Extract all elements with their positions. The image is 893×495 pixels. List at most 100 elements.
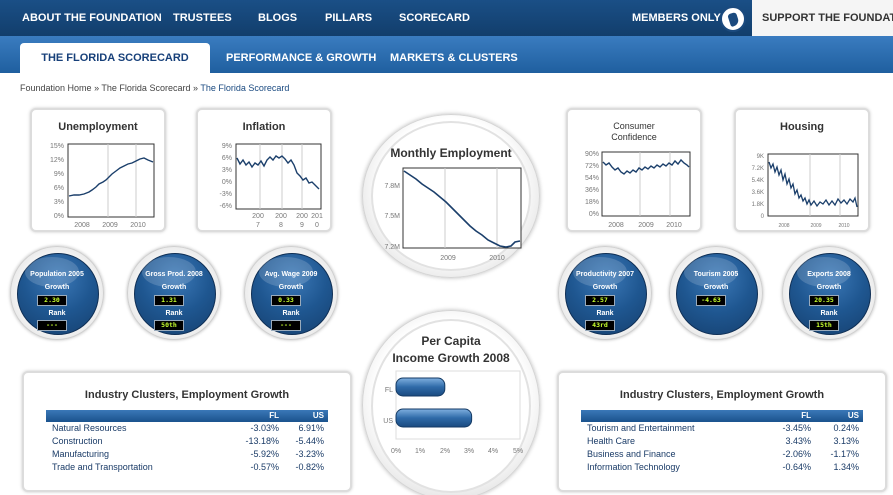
stat-growth-value: 2.30 <box>37 295 67 306</box>
table-row[interactable]: Tourism and Entertainment -3.45% 0.24% <box>581 420 863 434</box>
nav-pillars[interactable]: PILLARS <box>325 12 372 24</box>
infl-xtick-3b: 0 <box>315 222 319 229</box>
table-row[interactable]: Business and Finance -2.06% -1.17% <box>581 447 863 460</box>
per-capita-income-circle[interactable]: Per Capita Income Growth 2008 FL US 0% 1… <box>362 310 540 495</box>
table-row[interactable]: Construction -13.18% -5.44% <box>46 434 328 447</box>
stat-rank-value: 15th <box>809 320 839 331</box>
unemp-ytick-5: 0% <box>54 213 64 220</box>
housing-ytick-4: 1.8K <box>752 202 764 208</box>
stat-rank-value: --- <box>271 320 301 331</box>
stat-rank-value: 50th <box>154 320 184 331</box>
stat-population[interactable]: Population 2005 Growth 2.30 Rank --- <box>10 246 104 340</box>
infl-xtick-1b: 8 <box>279 222 283 229</box>
infl-ytick-5: -6% <box>220 203 232 210</box>
infl-ytick-0: 9% <box>222 143 232 150</box>
conf-xtick-1: 2009 <box>638 222 654 229</box>
stat-title: Exports 2008 <box>807 271 851 278</box>
table-row[interactable]: Trade and Transportation -0.57% -0.82% <box>46 460 328 473</box>
percapita-xtick-0: 0% <box>391 448 401 455</box>
clusters-right-title: Industry Clusters, Employment Growth <box>619 389 825 401</box>
infl-ytick-2: 3% <box>222 167 232 174</box>
percapita-xtick-2: 2% <box>440 448 450 455</box>
nav-scorecard[interactable]: SCORECARD <box>399 12 470 24</box>
conf-ytick-0: 90% <box>585 151 599 158</box>
stat-growth-value: 1.31 <box>154 295 184 306</box>
table-row[interactable]: Health Care 3.43% 3.13% <box>581 434 863 447</box>
top-navigation: ABOUT THE FOUNDATION TRUSTEES BLOGS PILL… <box>0 0 893 36</box>
housing-chart-card[interactable]: Housing 9K 7.2K 5.4K 3.6K 1.8K 0 2008 20… <box>734 108 870 232</box>
housing-ytick-2: 5.4K <box>752 178 764 184</box>
stat-gross-product[interactable]: Gross Prod. 2008 Growth 1.31 Rank 50th <box>127 246 221 340</box>
breadcrumb-home[interactable]: Foundation Home <box>20 83 92 93</box>
infl-xtick-2a: 200 <box>296 213 308 220</box>
stat-growth-value: 20.35 <box>809 295 839 306</box>
housing-ytick-5: 0 <box>761 214 765 220</box>
monthly-ytick-2: 7.2M <box>384 244 400 251</box>
nav-support[interactable]: SUPPORT THE FOUNDATION <box>752 0 893 36</box>
table-row[interactable]: Natural Resources -3.03% 6.91% <box>46 420 328 434</box>
infl-xtick-0a: 200 <box>252 213 264 220</box>
nav-members-only[interactable]: MEMBERS ONLY <box>632 12 721 24</box>
infl-xtick-0b: 7 <box>256 222 260 229</box>
stat-title: Productivity 2007 <box>576 271 634 278</box>
breadcrumb: Foundation Home » The Florida Scorecard … <box>20 83 290 93</box>
florida-logo-icon[interactable] <box>720 6 746 32</box>
monthly-ytick-1: 7.5M <box>384 213 400 220</box>
nav-trustees[interactable]: TRUSTEES <box>173 12 232 24</box>
table-row[interactable]: Information Technology -0.64% 1.34% <box>581 460 863 473</box>
stat-productivity[interactable]: Productivity 2007 Growth 2.57 Rank 43rd <box>558 246 652 340</box>
clusters-left-title: Industry Clusters, Employment Growth <box>84 389 290 401</box>
stat-avg-wage[interactable]: Avg. Wage 2009 Growth 0.33 Rank --- <box>244 246 338 340</box>
conf-xtick-0: 2008 <box>608 222 624 229</box>
stat-tourism[interactable]: Tourism 2005 Growth -4.63 <box>669 246 763 340</box>
tab-markets-clusters[interactable]: MARKETS & CLUSTERS <box>390 52 518 64</box>
unemp-ytick-4: 3% <box>54 199 64 206</box>
housing-ytick-1: 7.2K <box>752 166 764 172</box>
unemp-xtick-1: 2009 <box>102 222 118 229</box>
monthly-ytick-0: 7.8M <box>384 183 400 190</box>
housing-ytick-0: 9K <box>757 154 764 160</box>
clusters-right-table: FL US Tourism and Entertainment -3.45% 0… <box>581 410 863 473</box>
consumer-confidence-chart-card[interactable]: Consumer Confidence 90% 72% 54% 36% 18% … <box>566 108 702 232</box>
housing-chart: 9K 7.2K 5.4K 3.6K 1.8K 0 2008 2009 2010 <box>752 153 859 229</box>
col-fl: FL <box>767 410 815 421</box>
percapita-cat-fl: FL <box>385 387 393 394</box>
housing-xtick-2: 2010 <box>838 223 849 229</box>
inflation-chart-card[interactable]: Inflation 9% 6% 3% 0% -3% -6% 200 7 200 … <box>196 108 332 232</box>
clusters-left-table: FL US Natural Resources -3.03% 6.91% Con… <box>46 410 328 473</box>
consumer-confidence-chart: 90% 72% 54% 36% 18% 0% 2008 2009 2010 <box>585 151 691 229</box>
col-us: US <box>283 410 328 421</box>
unemp-xtick-0: 2008 <box>74 222 90 229</box>
conf-xtick-2: 2010 <box>666 222 682 229</box>
nav-blogs[interactable]: BLOGS <box>258 12 297 24</box>
conf-ytick-2: 54% <box>585 175 599 182</box>
infl-ytick-4: -3% <box>220 191 232 198</box>
tab-performance-growth[interactable]: PERFORMANCE & GROWTH <box>226 52 376 64</box>
per-capita-chart: FL US 0% 1% 2% 3% 4% 5% <box>383 370 523 455</box>
percapita-cat-us: US <box>383 418 393 425</box>
unemp-ytick-0: 15% <box>50 143 64 150</box>
monthly-employment-circle[interactable]: Monthly Employment 7.8M 7.5M 7.2M 2009 2… <box>362 114 540 278</box>
unemployment-chart-card[interactable]: Unemployment 15% 12% 9% 6% 3% 0% 2008 20… <box>30 108 166 232</box>
industry-clusters-left-card: Industry Clusters, Employment Growth FL … <box>22 371 352 492</box>
unemp-ytick-3: 6% <box>54 185 64 192</box>
housing-ytick-3: 3.6K <box>752 190 764 196</box>
col-fl: FL <box>232 410 284 421</box>
percapita-xtick-4: 4% <box>488 448 498 455</box>
conf-ytick-1: 72% <box>585 163 599 170</box>
housing-xtick-0: 2008 <box>778 223 789 229</box>
stat-exports[interactable]: Exports 2008 Growth 20.35 Rank 15th <box>782 246 876 340</box>
tab-florida-scorecard[interactable]: THE FLORIDA SCORECARD <box>20 43 210 73</box>
infl-xtick-3a: 201 <box>311 213 323 220</box>
nav-about[interactable]: ABOUT THE FOUNDATION <box>22 12 162 24</box>
inflation-chart: 9% 6% 3% 0% -3% -6% 200 7 200 8 200 9 20… <box>220 143 323 229</box>
percapita-xtick-1: 1% <box>415 448 425 455</box>
stat-title: Avg. Wage 2009 <box>264 271 318 278</box>
percapita-xtick-3: 3% <box>464 448 474 455</box>
infl-xtick-1a: 200 <box>275 213 287 220</box>
stat-title: Population 2005 <box>30 271 84 278</box>
breadcrumb-parent[interactable]: The Florida Scorecard <box>101 83 190 93</box>
table-row[interactable]: Manufacturing -5.92% -3.23% <box>46 447 328 460</box>
stat-growth-value: -4.63 <box>696 295 726 306</box>
stat-title: Gross Prod. 2008 <box>145 271 203 278</box>
